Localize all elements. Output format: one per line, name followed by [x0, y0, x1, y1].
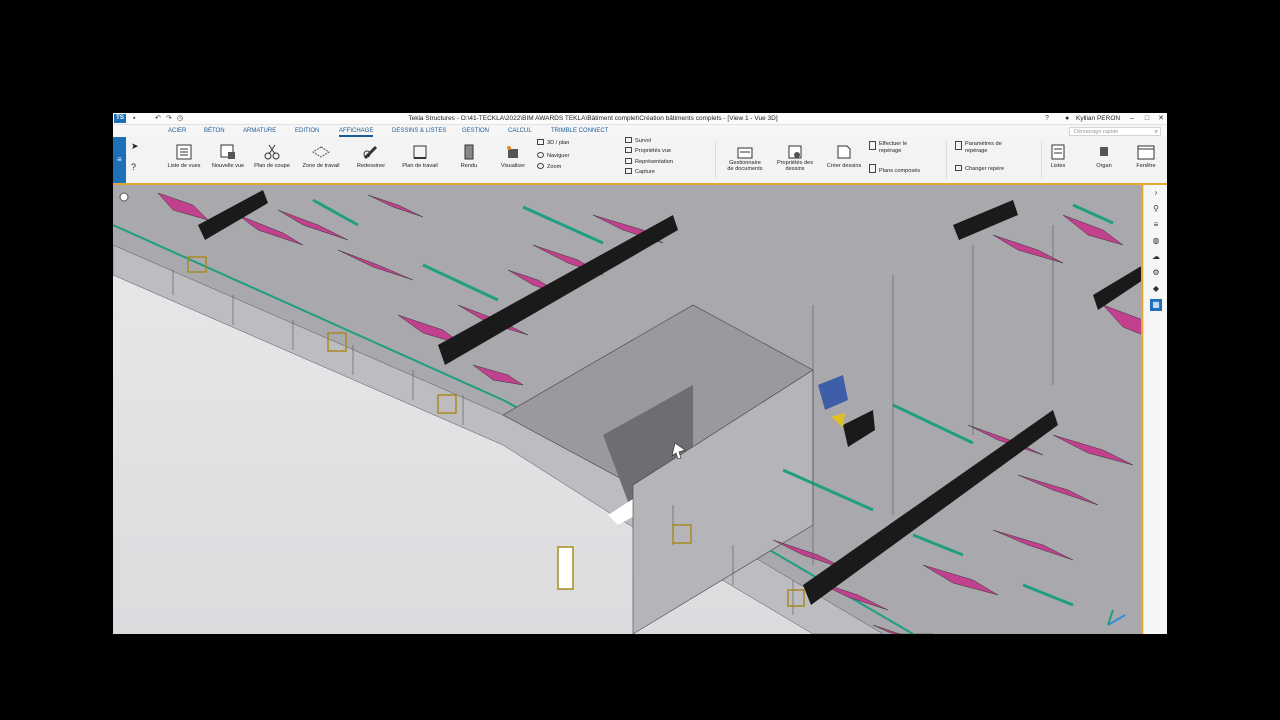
tekla-logo-icon[interactable]: TS: [114, 114, 126, 123]
new-view-icon: [220, 144, 235, 159]
visualiser-button[interactable]: Visualiser: [495, 139, 531, 169]
organ-button[interactable]: Organ: [1089, 139, 1119, 169]
listes-button[interactable]: Listes: [1043, 139, 1073, 169]
rendu-button[interactable]: Rendu: [453, 139, 485, 169]
plan-de-travail-button[interactable]: Plan de travail: [398, 139, 442, 169]
close-button[interactable]: ✕: [1154, 113, 1167, 124]
user-name: Kyllian PERON: [1076, 115, 1121, 122]
redo-icon[interactable]: ↷: [166, 113, 172, 124]
fenetre-button[interactable]: Fenêtre: [1129, 139, 1163, 169]
tab-acier[interactable]: ACIER: [168, 125, 186, 137]
tab-calcul[interactable]: CALCUL: [508, 125, 532, 137]
snap-help-icon[interactable]: ?: [131, 163, 136, 172]
composed-plans-icon: [869, 164, 876, 173]
flyover-icon: [625, 137, 632, 143]
gear-icon[interactable]: ⚙: [1150, 267, 1162, 279]
camera-icon: [625, 168, 632, 174]
select-pointer-icon[interactable]: ➤: [131, 142, 139, 151]
tab-affichage[interactable]: AFFICHAGE: [339, 125, 374, 137]
liste-de-vues-button[interactable]: Liste de vues: [165, 139, 203, 169]
undo-icon[interactable]: ↶: [155, 113, 161, 124]
search-icon: ⌕: [1154, 129, 1158, 135]
proprietes-des-dessins-button[interactable]: Propriétés des dessins: [773, 139, 817, 172]
drawing-properties-icon: [788, 145, 802, 159]
view-list-icon: [176, 144, 192, 160]
plan-de-coupe-button[interactable]: Plan de coupe: [251, 139, 293, 169]
menu-icon[interactable]: ≡: [113, 137, 126, 183]
window-title: Tekla Structures - O:\41-TECKLA\2022\BIM…: [408, 115, 778, 122]
capture-button[interactable]: Capture: [625, 168, 655, 177]
origin-marker-icon: [119, 192, 129, 202]
minimize-button[interactable]: –: [1125, 113, 1139, 124]
help-icon[interactable]: ?: [1045, 113, 1049, 124]
ribbon-separator: [946, 141, 947, 179]
3d-icon: [537, 139, 544, 145]
effectuer-reperage-button[interactable]: Effectuer le repérage: [869, 141, 907, 155]
lists-icon: [1051, 144, 1065, 160]
tab-edition[interactable]: EDITION: [295, 125, 319, 137]
tab-beton[interactable]: BÉTON: [204, 125, 225, 137]
apps-icon[interactable]: ▦: [1150, 299, 1162, 311]
save-icon[interactable]: ▪: [133, 113, 135, 124]
cube-icon[interactable]: ◆: [1150, 283, 1162, 295]
property-icon[interactable]: ⚲: [1150, 203, 1162, 215]
tab-trimble-connect[interactable]: TRIMBLE CONNECT: [551, 125, 608, 137]
user-icon[interactable]: ●: [1065, 113, 1069, 124]
search-placeholder: Démarrage rapide: [1074, 129, 1119, 135]
history-icon[interactable]: ◷: [177, 113, 183, 124]
maximize-button[interactable]: □: [1140, 113, 1154, 124]
side-pane-toolbar: › ⚲ ≡ ◍ ☁ ⚙ ◆ ▦: [1143, 185, 1167, 634]
change-mark-icon: [955, 165, 962, 171]
window-icon: [1137, 145, 1155, 160]
work-plane-icon: [413, 145, 427, 159]
representation-icon: [625, 158, 632, 164]
survol-button[interactable]: Survol: [625, 137, 651, 146]
3d-model-viewport[interactable]: [113, 185, 1143, 634]
globe-icon[interactable]: ◍: [1150, 235, 1162, 247]
building-model-3d: [113, 185, 1143, 634]
ribbon: ≡ ➤ ? Liste de vues Nouvelle vue Plan de…: [113, 137, 1167, 185]
proprietes-vue-button[interactable]: Propriétés vue: [625, 147, 671, 156]
work-area-icon: [312, 146, 330, 158]
view-properties-icon: [625, 147, 632, 153]
render-icon: [464, 144, 474, 160]
title-bar: TS ▪ ↶ ↷ ◷ Tekla Structures - O:\41-TECK…: [113, 113, 1167, 125]
tab-gestion[interactable]: GESTION: [462, 125, 489, 137]
zoom-button[interactable]: Zoom: [537, 163, 561, 172]
plans-composes-button[interactable]: Plans composés: [869, 164, 920, 176]
expand-panel-icon[interactable]: ›: [1150, 187, 1162, 199]
ribbon-separator: [715, 141, 716, 179]
creer-dessins-button[interactable]: Créer dessins: [823, 139, 865, 169]
tekla-window: TS ▪ ↶ ↷ ◷ Tekla Structures - O:\41-TECK…: [113, 113, 1167, 634]
create-drawings-icon: [837, 145, 851, 159]
nouvelle-vue-button[interactable]: Nouvelle vue: [207, 139, 249, 169]
numbering-icon: [869, 141, 876, 150]
ribbon-tabs: ACIER BÉTON ARMATURE EDITION AFFICHAGE D…: [113, 125, 1167, 137]
ribbon-separator: [1041, 141, 1042, 179]
organizer-icon: [1100, 147, 1108, 156]
layers-icon[interactable]: ≡: [1150, 219, 1162, 231]
3d-plan-button[interactable]: 3D / plan: [537, 139, 569, 148]
visualize-icon: [507, 146, 518, 158]
cloud-icon[interactable]: ☁: [1150, 251, 1162, 263]
redessiner-button[interactable]: Redessiner: [353, 139, 389, 169]
numbering-settings-icon: [955, 141, 962, 150]
zoom-icon: [537, 163, 544, 169]
parametres-reperage-button[interactable]: Paramètres de repérage: [955, 141, 1002, 155]
representation-button[interactable]: Représentation: [625, 158, 673, 167]
changer-repere-button[interactable]: Changer repère: [955, 165, 1004, 174]
tab-dessins-listes[interactable]: DESSINS & LISTES: [392, 125, 446, 137]
gestionnaire-de-documents-button[interactable]: Gestionnaire de documents: [721, 139, 769, 172]
navigate-icon: [537, 152, 544, 158]
quick-launch-input[interactable]: Démarrage rapide ⌕: [1069, 127, 1161, 136]
document-manager-icon: [737, 147, 753, 159]
tab-armature[interactable]: ARMATURE: [243, 125, 276, 137]
scissors-icon: [264, 144, 280, 160]
naviguer-button[interactable]: Naviguer: [537, 152, 569, 161]
zone-de-travail-button[interactable]: Zone de travail: [299, 139, 343, 169]
pencil-icon: [363, 145, 378, 160]
